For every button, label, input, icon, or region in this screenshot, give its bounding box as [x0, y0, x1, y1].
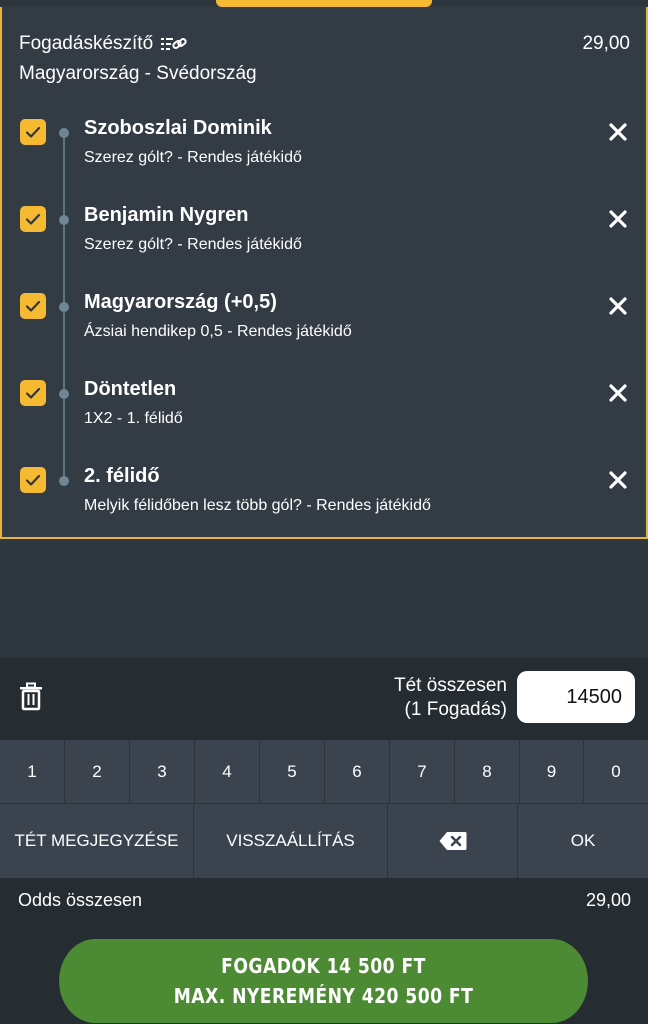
close-icon[interactable] [607, 295, 629, 317]
selection-name: Benjamin Nygren [84, 204, 249, 226]
check-icon [25, 213, 41, 225]
timeline-dot [59, 215, 69, 225]
stake-total-text: Tét összesen [394, 675, 507, 696]
selection-name: Magyarország (+0,5) [84, 291, 277, 313]
selection-checkbox[interactable] [20, 119, 46, 145]
key-7[interactable]: 7 [390, 740, 455, 803]
total-odds-label: Odds összesen [18, 890, 143, 910]
key-9[interactable]: 9 [520, 740, 584, 803]
close-icon[interactable] [607, 382, 629, 404]
key-5[interactable]: 5 [260, 740, 325, 803]
key-2[interactable]: 2 [65, 740, 130, 803]
slip-title-text: Fogadáskészítő [19, 33, 154, 54]
reset-button[interactable]: VISSZAÁLLÍTÁS [194, 804, 388, 878]
selection-market: Melyik félidőben lesz több gól? - Rendes… [84, 497, 431, 514]
bet-builder-link-icon [161, 38, 187, 50]
trash-icon[interactable] [18, 682, 44, 712]
summary-section: Odds összesen 29,00 FOGADOK 14 500 FT MA… [0, 878, 648, 1024]
selection-market: 1X2 - 1. félidő [84, 410, 183, 427]
ok-button[interactable]: OK [518, 804, 648, 878]
max-win-amount: MAX. NYEREMÉNY 420 500 FT [173, 984, 474, 1008]
selection-item: Benjamin Nygren Szerez gólt? - Rendes já… [2, 204, 646, 276]
selection-checkbox[interactable] [20, 467, 46, 493]
selection-market: Szerez gólt? - Rendes játékidő [84, 149, 302, 166]
save-stake-button[interactable]: TÉT MEGJEGYZÉSE [0, 804, 194, 878]
close-icon[interactable] [607, 121, 629, 143]
key-4[interactable]: 4 [195, 740, 260, 803]
check-icon [25, 126, 41, 138]
selection-name: 2. félidő [84, 465, 160, 487]
backspace-button[interactable] [388, 804, 518, 878]
total-odds-value: 29,00 [585, 890, 631, 910]
selection-checkbox[interactable] [20, 206, 46, 232]
stake-bar: Tét összesen (1 Fogadás) 14500 [0, 658, 648, 740]
key-1[interactable]: 1 [0, 740, 65, 803]
selection-checkbox[interactable] [20, 380, 46, 406]
close-icon[interactable] [607, 208, 629, 230]
check-icon [25, 474, 41, 486]
check-icon [25, 387, 41, 399]
drag-handle[interactable] [216, 0, 432, 7]
key-6[interactable]: 6 [325, 740, 390, 803]
close-icon[interactable] [607, 469, 629, 491]
selection-name: Szoboszlai Dominik [84, 117, 272, 139]
timeline-dot [59, 128, 69, 138]
selection-item: Döntetlen 1X2 - 1. félidő [2, 378, 646, 450]
bet-builder-card: Fogadáskészítő 29,00 Magyarország - Svéd… [0, 7, 648, 539]
backspace-icon [439, 832, 466, 850]
key-3[interactable]: 3 [130, 740, 195, 803]
selection-market: Ázsiai hendikep 0,5 - Rendes játékidő [84, 323, 352, 340]
selection-item: 2. félidő Melyik félidőben lesz több gól… [2, 465, 646, 537]
stake-total-label: Tét összesen (1 Fogadás) [394, 674, 507, 722]
check-icon [25, 300, 41, 312]
key-0[interactable]: 0 [584, 740, 648, 803]
place-bet-amount: FOGADOK 14 500 FT [221, 954, 426, 978]
bet-count-text: (1 Fogadás) [404, 699, 507, 720]
slip-title: Fogadáskészítő [19, 33, 187, 55]
timeline-dot [59, 389, 69, 399]
place-bet-button[interactable]: FOGADOK 14 500 FT MAX. NYEREMÉNY 420 500… [59, 939, 588, 1023]
slip-odds: 29,00 [582, 33, 630, 54]
match-name: Magyarország - Svédország [19, 63, 257, 84]
selection-market: Szerez gólt? - Rendes játékidő [84, 236, 302, 253]
numeric-keypad: 1 2 3 4 5 6 7 8 9 0 TÉT MEGJEGYZÉSE VISS… [0, 740, 648, 878]
key-8[interactable]: 8 [455, 740, 520, 803]
timeline-dot [59, 476, 69, 486]
selection-name: Döntetlen [84, 378, 177, 400]
stake-input[interactable]: 14500 [517, 671, 635, 723]
selection-item: Szoboszlai Dominik Szerez gólt? - Rendes… [2, 117, 646, 189]
timeline-dot [59, 302, 69, 312]
selection-checkbox[interactable] [20, 293, 46, 319]
selection-item: Magyarország (+0,5) Ázsiai hendikep 0,5 … [2, 291, 646, 363]
